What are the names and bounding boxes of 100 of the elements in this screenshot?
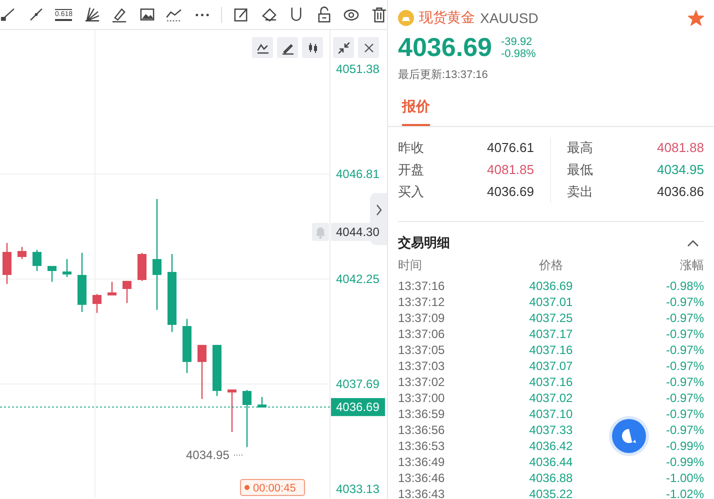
stat-label: 最低	[567, 161, 593, 179]
table-cell: -0.97%	[666, 326, 704, 342]
candlestick-button[interactable]	[302, 37, 323, 58]
candle	[62, 259, 72, 277]
table-cell: -0.98%	[666, 278, 704, 294]
last-updated-time: 最后更新:13:37:16	[398, 68, 489, 82]
table-cell: 4037.01	[529, 294, 573, 310]
stat-label: 买入	[398, 183, 424, 201]
price-change: -39.92	[500, 36, 534, 48]
candle	[258, 396, 266, 408]
candle	[182, 318, 192, 373]
candle	[122, 280, 132, 304]
table-cell: 4037.17	[529, 326, 573, 342]
line-tool-icon[interactable]	[0, 6, 16, 23]
table-cell-text: 13:37:03	[398, 358, 446, 374]
table-cell: -0.99%	[666, 454, 704, 470]
column-header: 价格	[538, 257, 564, 274]
trash-icon[interactable]	[370, 6, 387, 23]
eraser-icon[interactable]	[260, 6, 277, 23]
table-cell: -0.97%	[666, 358, 704, 374]
collapse-button[interactable]	[333, 37, 354, 58]
stat-value: 4036.86	[657, 183, 704, 201]
table-cell: 4035.22	[529, 486, 573, 499]
column-header: 时间	[398, 257, 423, 274]
collapse-icon	[336, 40, 352, 56]
favorite-star-icon[interactable]	[688, 10, 704, 26]
candle	[242, 390, 252, 448]
table-cell: -0.97%	[666, 390, 704, 406]
candle	[32, 250, 42, 272]
unlock-icon[interactable]	[316, 6, 332, 23]
highlighter-icon[interactable]	[111, 6, 128, 23]
percent-change: -0.98%	[500, 48, 536, 60]
table-cell-text: 13:37:06	[398, 326, 446, 342]
table-cell-text: 13:36:43	[398, 486, 446, 499]
current-price: 4036.69	[398, 32, 492, 63]
candle	[108, 282, 116, 296]
countdown-badge: 00:00:45	[240, 479, 305, 496]
table-cell: 4037.25	[529, 310, 573, 326]
price-axis-label: 4037.69	[336, 377, 380, 392]
ray-tool-icon[interactable]	[28, 6, 44, 23]
candle	[78, 252, 86, 312]
table-cell: -0.97%	[666, 422, 704, 438]
candle	[198, 344, 206, 400]
chat-icon	[620, 427, 638, 445]
fan-tool-icon[interactable]	[84, 6, 100, 23]
low-price-label: 4034.95	[186, 448, 230, 462]
image-icon[interactable]	[138, 6, 156, 23]
table-cell: -1.00%	[666, 470, 704, 486]
table-cell-text: 13:37:05	[398, 342, 446, 358]
edit-icon[interactable]	[233, 6, 250, 23]
candle	[48, 266, 56, 282]
candle	[92, 294, 102, 313]
candle	[2, 242, 12, 284]
stat-value: 4081.88	[657, 139, 704, 157]
price-axis-label: 4051.38	[336, 62, 380, 76]
table-cell: 4037.16	[529, 374, 573, 390]
table-cell-text: 13:36:49	[398, 454, 446, 470]
table-cell: -1.02%	[666, 486, 704, 499]
stat-value: 4036.69	[487, 183, 534, 201]
stat-value: 4034.95	[657, 161, 704, 179]
current-price-label: 4036.69	[331, 398, 385, 416]
pencil-button[interactable]	[277, 37, 298, 58]
table-cell-text: 13:37:02	[398, 374, 446, 390]
table-cell: 4037.33	[529, 422, 573, 438]
close-button[interactable]	[358, 37, 379, 58]
table-cell: -0.97%	[666, 342, 704, 358]
table-cell-text: 13:37:00	[398, 390, 446, 406]
table-cell-text: 13:37:12	[398, 294, 446, 310]
price-axis-label: 4033.13	[336, 482, 380, 496]
price-axis-label: 4046.81	[336, 167, 380, 182]
table-cell-text: 13:36:59	[398, 406, 446, 422]
instrument-symbol: XAUUSD	[480, 10, 538, 26]
candle	[228, 389, 236, 432]
coin-icon	[398, 10, 414, 26]
section-title: 交易明细	[398, 234, 450, 252]
table-cell-text: 13:36:56	[398, 422, 446, 438]
leader-line	[234, 454, 244, 456]
table-cell: -0.97%	[666, 406, 704, 422]
table-cell: -0.97%	[666, 294, 704, 310]
table-cell: 4036.42	[529, 438, 573, 454]
table-cell-text: 13:37:16	[398, 278, 446, 294]
table-cell: 4037.07	[529, 358, 573, 374]
table-cell: -0.99%	[666, 438, 704, 454]
table-cell-text: 13:36:53	[398, 438, 446, 454]
table-cell: 4037.02	[529, 390, 573, 406]
stat-label: 开盘	[398, 161, 424, 179]
price-axis-label: 4042.25	[336, 272, 380, 286]
instrument-name: 现货黄金	[419, 9, 475, 27]
column-header: 涨幅	[679, 257, 704, 274]
stat-label: 昨收	[398, 139, 424, 157]
table-cell-text: 13:36:46	[398, 470, 446, 486]
stat-value: 4081.85	[487, 161, 534, 179]
candle	[18, 246, 26, 260]
indicator-button[interactable]	[252, 37, 273, 58]
stat-label: 最高	[567, 139, 593, 157]
chat-button[interactable]	[612, 419, 646, 453]
table-cell: 4037.10	[529, 406, 573, 422]
caret-icon[interactable]	[686, 238, 700, 248]
table-cell: -0.97%	[666, 374, 704, 390]
table-cell: 4036.69	[529, 278, 573, 294]
